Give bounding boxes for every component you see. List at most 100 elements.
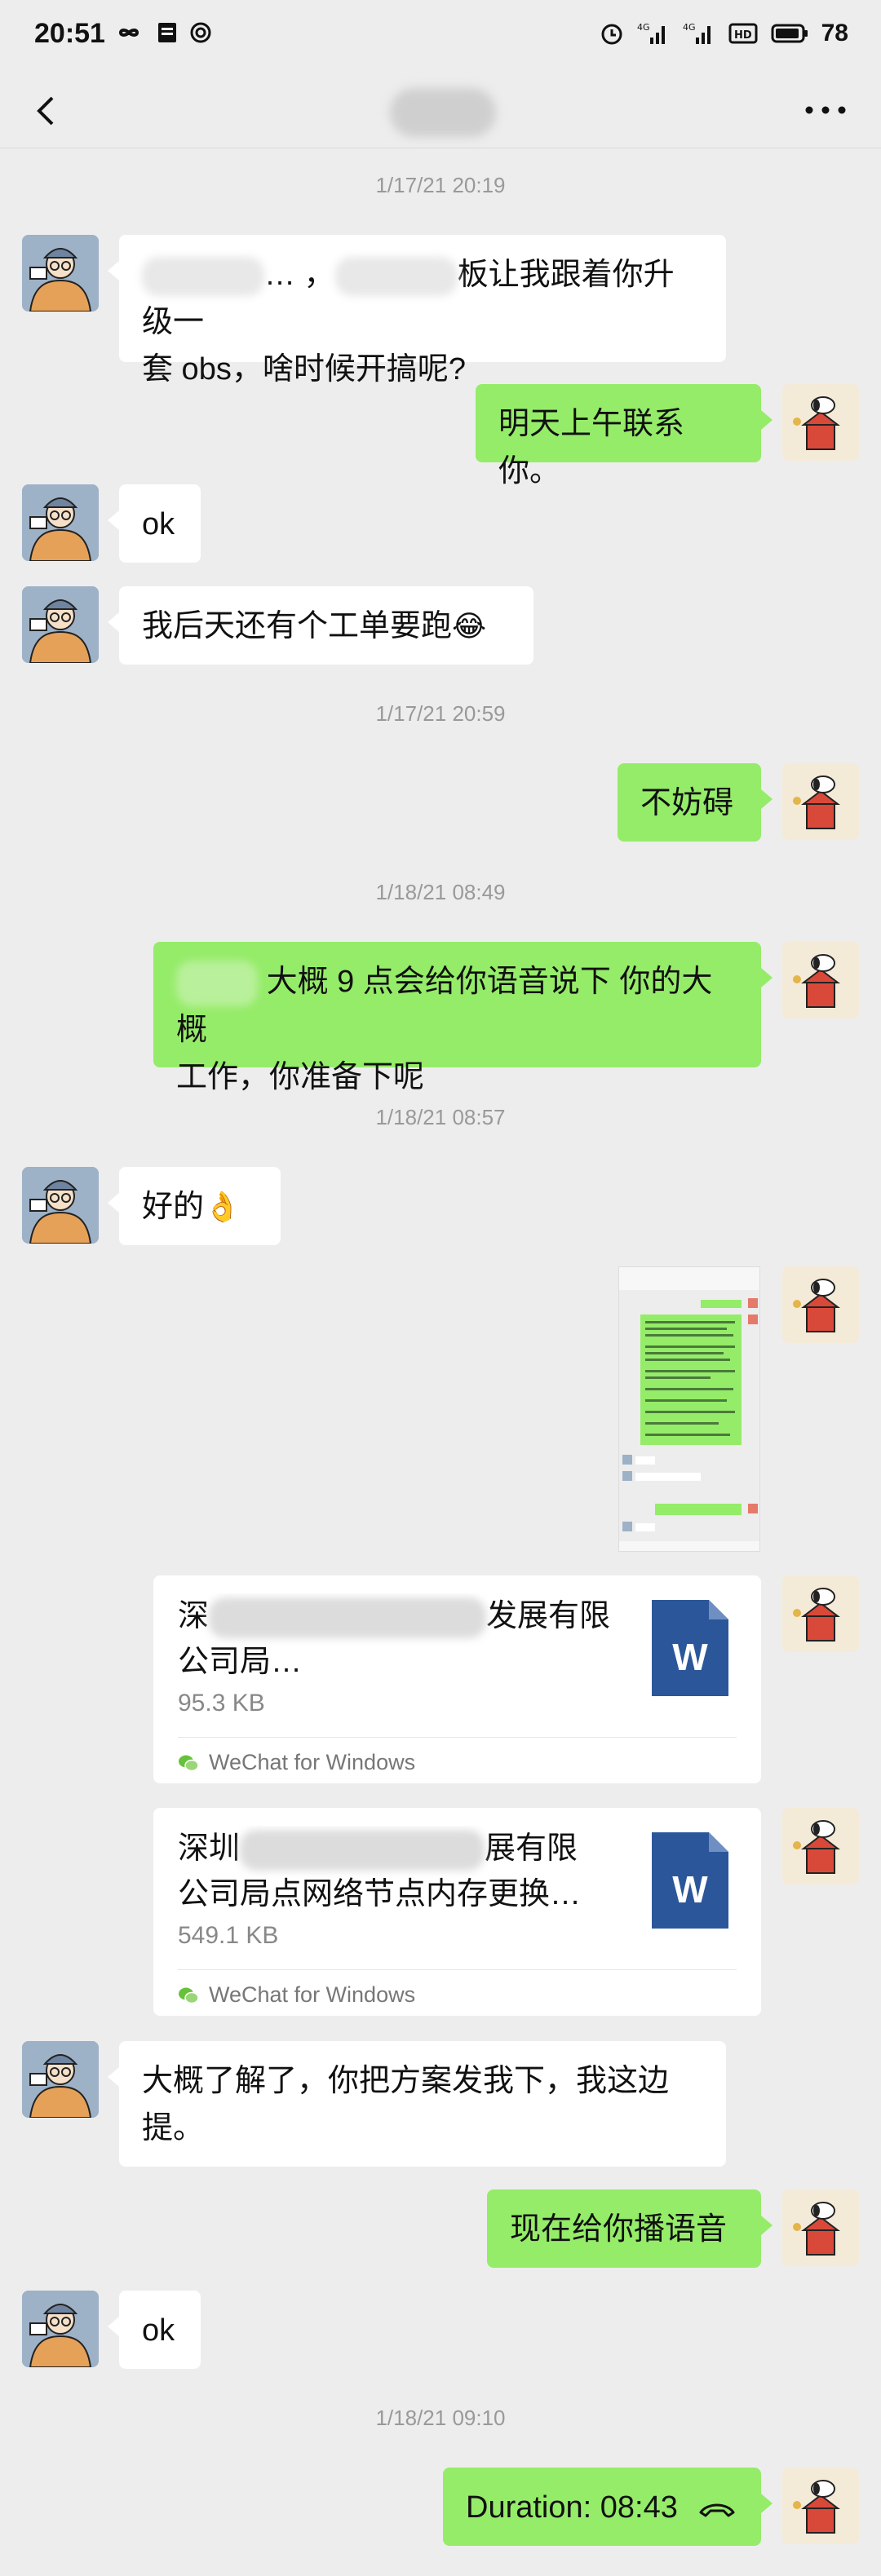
message-text: 我后天还有个工单要跑 <box>142 609 453 643</box>
redacted-text <box>176 960 258 1006</box>
svg-text:W: W <box>672 1868 708 1911</box>
snoopy-avatar-icon <box>782 384 859 461</box>
status-bar: 20:51 4G 4G HD 78 <box>0 0 881 73</box>
self-avatar[interactable] <box>782 1808 859 1885</box>
file-size: 549.1 KB <box>178 1922 279 1949</box>
message-bubble[interactable]: 我后天还有个工单要跑😂 <box>108 586 533 665</box>
word-file-icon: W <box>652 1600 728 1696</box>
message-bubble[interactable]: ok <box>108 2291 201 2369</box>
self-avatar[interactable] <box>782 2468 859 2544</box>
timestamp: 1/17/21 20:59 <box>375 701 506 726</box>
message-text: … ， <box>264 258 335 292</box>
file-name: 深圳 展有限 公司局点网络节点内存更换… <box>178 1826 618 1917</box>
file-name-text: 发展有限 <box>486 1599 611 1633</box>
avatar[interactable] <box>22 586 99 663</box>
divider <box>178 1737 737 1738</box>
voice-call-bubble[interactable]: Duration: 08:43 <box>443 2468 773 2546</box>
more-icon[interactable] <box>801 98 850 122</box>
avatar[interactable] <box>22 484 99 561</box>
self-avatar[interactable] <box>782 2189 859 2266</box>
status-icons-right: 4G 4G HD 78 <box>600 20 848 47</box>
redacted-text <box>209 1597 487 1638</box>
avatar[interactable] <box>22 1167 99 1244</box>
snoopy-avatar-icon <box>782 2468 859 2544</box>
file-source-label: WeChat for Windows <box>209 1982 416 2007</box>
message-text: 明天上午联系你。 <box>498 407 685 488</box>
snoopy-avatar-icon <box>782 1808 859 1885</box>
message-line: … ，板让我跟着你升级一 <box>142 251 703 346</box>
file-source-label: WeChat for Windows <box>209 1750 416 1774</box>
user-avatar-icon <box>22 586 99 663</box>
message-bubble[interactable]: 大概了解了，你把方案发我下，我这边 提。 <box>108 2041 726 2167</box>
file-name-line: 深 发展有限 <box>178 1593 618 1639</box>
file-name: 深 发展有限 公司局… <box>178 1593 618 1685</box>
message-bubble[interactable]: ok <box>108 484 201 563</box>
snoopy-avatar-icon <box>782 2189 859 2266</box>
avatar[interactable] <box>22 2291 99 2367</box>
ok-hand-emoji-icon: 👌 <box>204 1191 241 1224</box>
back-icon[interactable] <box>24 88 70 134</box>
user-avatar-icon <box>22 235 99 312</box>
battery-percent: 78 <box>821 20 848 46</box>
self-avatar[interactable] <box>782 763 859 840</box>
hd-icon: HD <box>728 23 758 44</box>
file-name-text: 展有限 <box>485 1831 578 1866</box>
avatar[interactable] <box>22 2041 99 2118</box>
self-avatar[interactable] <box>782 384 859 461</box>
message-text: 工作，你准备下呢 <box>176 1059 425 1094</box>
timestamp: 1/18/21 08:57 <box>375 1105 506 1129</box>
message-line: 大概 9 点会给你语音说下 你的大概 <box>176 958 738 1054</box>
file-message-card[interactable]: 深 发展有限 公司局… 95.3 KB W WeChat for Windows <box>153 1575 761 1783</box>
message-text: 好的 <box>142 1190 205 1224</box>
message-bubble[interactable]: 现在给你播语音 <box>487 2189 773 2268</box>
wechat-icon <box>179 1987 199 2004</box>
user-avatar-icon <box>22 2291 99 2367</box>
file-source: WeChat for Windows <box>178 1982 415 2008</box>
word-file-icon: W <box>652 1832 728 1929</box>
chat-title <box>390 88 496 137</box>
self-avatar[interactable] <box>782 942 859 1018</box>
user-avatar-icon <box>22 484 99 561</box>
avatar[interactable] <box>22 235 99 312</box>
message-bubble[interactable]: 大概 9 点会给你语音说下 你的大概 工作，你准备下呢 <box>153 942 773 1094</box>
notes-icon <box>158 23 176 42</box>
file-name-text: 公司局… <box>178 1645 303 1679</box>
file-message-card[interactable]: 深圳 展有限 公司局点网络节点内存更换… 549.1 KB W WeChat fo… <box>153 1808 761 2016</box>
message-bubble[interactable]: … ，板让我跟着你升级一 套 obs，啥时候开搞呢? <box>108 235 726 387</box>
redacted-text <box>142 256 264 296</box>
laughing-emoji-icon: 😂 <box>452 610 487 643</box>
infinity-icon <box>118 29 139 37</box>
redacted-text <box>334 256 458 296</box>
chat-title-bar <box>0 73 881 148</box>
signal-icon-2: 4G <box>683 22 711 44</box>
message-bubble[interactable]: 明天上午联系你。 <box>476 384 773 488</box>
message-text: 现在给你播语音 <box>510 2212 728 2247</box>
message-bubble[interactable]: 不妨碍 <box>618 763 773 842</box>
user-avatar-icon <box>22 2041 99 2118</box>
screenshot-image-message[interactable] <box>618 1266 760 1552</box>
file-name-text: 公司局点网络节点内存更换… <box>178 1877 582 1911</box>
hotspot-icon <box>190 22 211 43</box>
message-text: 提。 <box>142 2111 205 2145</box>
message-text: ok <box>142 507 175 541</box>
snoopy-avatar-icon <box>782 942 859 1018</box>
message-bubble[interactable]: 好的👌 <box>108 1167 281 1245</box>
alarm-icon <box>601 24 622 45</box>
message-text: ok <box>142 2313 175 2348</box>
timestamp: 1/18/21 08:49 <box>375 880 506 904</box>
wechat-icon <box>179 1755 199 1771</box>
message-text: 大概了解了，你把方案发我下，我这边 <box>142 2064 670 2098</box>
self-avatar[interactable] <box>782 1575 859 1652</box>
signal-icon: 4G <box>637 22 665 44</box>
svg-text:4G: 4G <box>637 22 650 33</box>
svg-text:4G: 4G <box>683 22 696 33</box>
self-avatar[interactable] <box>782 1266 859 1343</box>
chat-screenshot-thumbnail <box>619 1267 759 1551</box>
user-avatar-icon <box>22 1167 99 1244</box>
snoopy-avatar-icon <box>782 763 859 840</box>
file-size: 95.3 KB <box>178 1690 265 1717</box>
divider <box>178 1969 737 1970</box>
call-icon <box>699 2503 735 2517</box>
timestamp: 1/18/21 09:10 <box>375 2406 506 2430</box>
file-name-text: 深 <box>178 1599 210 1633</box>
